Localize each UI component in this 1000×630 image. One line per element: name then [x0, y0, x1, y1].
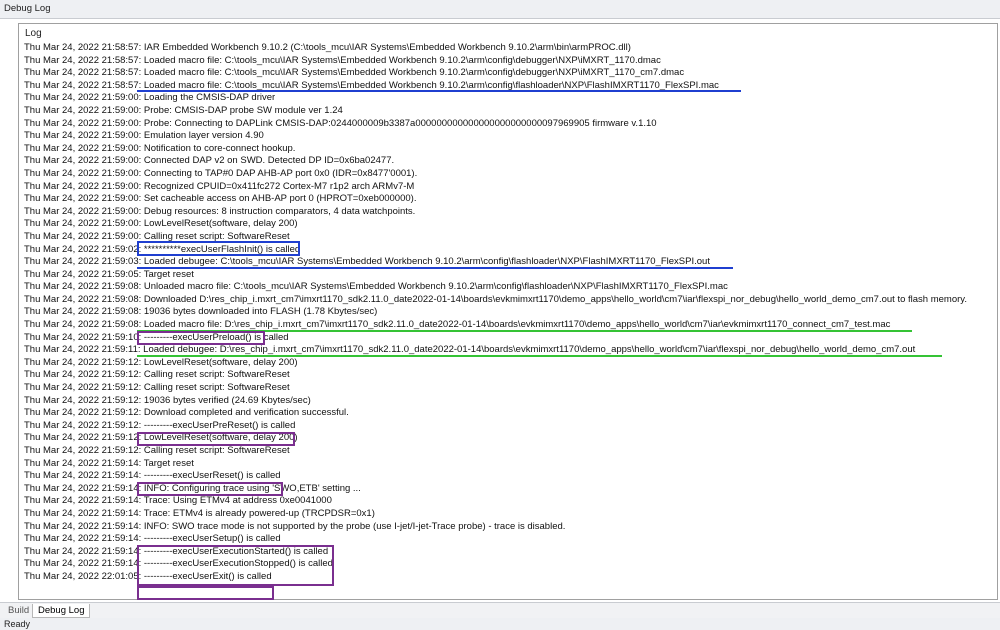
tab-build[interactable]: Build [3, 604, 34, 618]
log-line: Thu Mar 24, 2022 21:59:14: ---------exec… [24, 558, 333, 570]
window-title: Debug Log [4, 3, 51, 14]
log-line: Thu Mar 24, 2022 21:59:11: Loaded debuge… [24, 344, 916, 356]
log-line: Thu Mar 24, 2022 21:59:00: LowLevelReset… [24, 218, 298, 230]
log-line: Thu Mar 24, 2022 21:59:14: INFO: SWO tra… [24, 520, 566, 532]
log-line: Thu Mar 24, 2022 21:59:00: Notification … [24, 142, 296, 154]
tab-bar: Build Debug Log [0, 602, 1000, 619]
log-line: Thu Mar 24, 2022 21:59:00: Set cacheable… [24, 193, 417, 205]
log-line: Thu Mar 24, 2022 21:59:05: Target reset [24, 268, 194, 280]
log-line: Thu Mar 24, 2022 21:59:08: 19036 bytes d… [24, 306, 378, 318]
log-line: Thu Mar 24, 2022 21:59:12: Calling reset… [24, 382, 290, 394]
log-header: Log [25, 28, 42, 39]
log-line: Thu Mar 24, 2022 21:59:08: Downloaded D:… [24, 293, 967, 305]
log-line: Thu Mar 24, 2022 21:59:00: Emulation lay… [24, 130, 264, 142]
log-line: Thu Mar 24, 2022 21:59:14: ---------exec… [24, 545, 329, 557]
log-line: Thu Mar 24, 2022 21:59:12: LowLevelReset… [24, 356, 298, 368]
log-line: Thu Mar 24, 2022 21:59:08: Unloaded macr… [24, 281, 728, 293]
log-line: Thu Mar 24, 2022 21:59:12: Calling reset… [24, 369, 290, 381]
log-line: Thu Mar 24, 2022 21:59:12: Download comp… [24, 407, 349, 419]
log-line: Thu Mar 24, 2022 21:59:12: 19036 bytes v… [24, 394, 311, 406]
log-line: Thu Mar 24, 2022 21:59:00: Probe: CMSIS-… [24, 104, 343, 116]
log-line: Thu Mar 24, 2022 21:59:12: LowLevelReset… [24, 432, 298, 444]
log-lines: Thu Mar 24, 2022 21:58:57: IAR Embedded … [24, 42, 967, 584]
log-line: Thu Mar 24, 2022 21:59:10: ---------exec… [24, 331, 289, 343]
log-line: Thu Mar 24, 2022 21:59:00: Calling reset… [24, 230, 290, 242]
log-panel[interactable]: Log Thu Mar 24, 2022 21:58:57: IAR Embed… [18, 23, 998, 600]
log-line: Thu Mar 24, 2022 21:59:14: Trace: ETMv4 … [24, 507, 375, 519]
log-line: Thu Mar 24, 2022 21:58:57: Loaded macro … [24, 67, 685, 79]
log-line: Thu Mar 24, 2022 21:59:00: Debug resourc… [24, 205, 416, 217]
log-line: Thu Mar 24, 2022 21:59:03: Loaded debuge… [24, 256, 710, 268]
status-bar: Ready [0, 618, 1000, 630]
log-line: Thu Mar 24, 2022 21:59:14: ---------exec… [24, 533, 281, 545]
log-line: Thu Mar 24, 2022 21:59:00: Connecting to… [24, 167, 418, 179]
log-line: Thu Mar 24, 2022 21:59:12: ---------exec… [24, 419, 296, 431]
log-line: Thu Mar 24, 2022 21:59:02: **********exe… [24, 243, 301, 255]
log-line: Thu Mar 24, 2022 21:59:14: Trace: Using … [24, 495, 332, 507]
log-line: Thu Mar 24, 2022 21:59:14: Target reset [24, 457, 194, 469]
tab-debug-log[interactable]: Debug Log [32, 604, 91, 618]
log-line: Thu Mar 24, 2022 21:58:57: IAR Embedded … [24, 42, 631, 53]
log-line: Thu Mar 24, 2022 21:59:00: Loading the C… [24, 92, 276, 104]
status-text: Ready [4, 619, 31, 629]
log-line: Thu Mar 24, 2022 21:59:14: INFO: Configu… [24, 482, 361, 494]
log-line: Thu Mar 24, 2022 21:59:00: Connected DAP… [24, 155, 395, 167]
log-line: Thu Mar 24, 2022 21:59:00: Probe: Connec… [24, 117, 657, 129]
annotation-box-exit [137, 586, 274, 600]
log-line: Thu Mar 24, 2022 21:59:12: Calling reset… [24, 445, 290, 456]
log-line: Thu Mar 24, 2022 21:59:00: Recognized CP… [24, 180, 415, 192]
log-line: Thu Mar 24, 2022 21:58:57: Loaded macro … [24, 79, 719, 91]
log-line: Thu Mar 24, 2022 21:59:14: ---------exec… [24, 470, 281, 482]
window-titlebar: Debug Log [0, 0, 1000, 19]
log-line: Thu Mar 24, 2022 22:01:05: ---------exec… [24, 570, 272, 582]
log-line: Thu Mar 24, 2022 21:58:57: Loaded macro … [24, 54, 661, 66]
log-line: Thu Mar 24, 2022 21:59:08: Loaded macro … [24, 319, 891, 331]
